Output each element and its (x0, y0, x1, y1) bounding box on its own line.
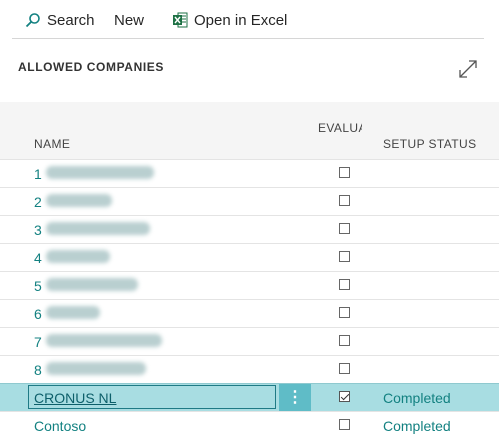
new-label: New (114, 11, 145, 29)
redacted-name (46, 222, 150, 235)
evaluation-checkbox[interactable] (339, 279, 350, 290)
redacted-name (46, 166, 154, 179)
companies-table: NAME EVALUATION COMPANY SETUP STATUS 1 2… (0, 102, 499, 439)
setup-status: Completed (383, 390, 451, 406)
action-bar: Search New Open in Excel (0, 0, 499, 40)
evaluation-checkbox[interactable] (339, 195, 350, 206)
evaluation-checkbox[interactable] (339, 363, 350, 374)
company-name-link[interactable]: 4 (34, 250, 42, 266)
redacted-name (46, 194, 112, 207)
more-options-icon: ⋮ (287, 388, 303, 406)
evaluation-checkbox[interactable] (339, 167, 350, 178)
company-name-link[interactable]: 8 (34, 362, 42, 378)
table-row[interactable]: 7 (0, 327, 499, 355)
table-row[interactable]: 3 (0, 215, 499, 243)
company-name-link[interactable]: 1 (34, 166, 42, 182)
company-name-link[interactable]: Contoso (34, 418, 86, 434)
excel-icon (173, 12, 188, 28)
row-more-options-button[interactable]: ⋮ (279, 384, 311, 411)
table-row[interactable]: 5 (0, 271, 499, 299)
table-row[interactable]: 1 (0, 159, 499, 187)
company-name-link[interactable]: CRONUS NL (34, 390, 116, 406)
evaluation-checkbox[interactable] (339, 251, 350, 262)
evaluation-checkbox[interactable] (339, 223, 350, 234)
toolbar-divider (12, 38, 484, 39)
redacted-name (46, 278, 138, 291)
table-row[interactable]: 4 (0, 243, 499, 271)
company-name-link[interactable]: 7 (34, 334, 42, 350)
table-header: NAME EVALUATION COMPANY SETUP STATUS (0, 102, 499, 159)
table-row[interactable]: 2 (0, 187, 499, 215)
table-row-selected[interactable]: CRONUS NL ⋮ Completed (0, 383, 499, 411)
column-header-evaluation-company[interactable]: EVALUATION COMPANY (318, 120, 362, 137)
table-row[interactable]: 8 (0, 355, 499, 383)
redacted-name (46, 250, 110, 263)
company-name-link[interactable]: 5 (34, 278, 42, 294)
redacted-name (46, 306, 100, 319)
table-row[interactable]: 6 (0, 299, 499, 327)
evaluation-checkbox[interactable] (339, 307, 350, 318)
new-button[interactable]: New (114, 10, 144, 30)
open-in-excel-label: Open in Excel (194, 11, 288, 29)
redacted-name (46, 362, 146, 375)
redacted-name (46, 334, 162, 347)
search-icon (25, 13, 40, 28)
company-name-link[interactable]: 6 (34, 306, 42, 322)
column-header-name[interactable]: NAME (34, 137, 70, 151)
evaluation-checkbox[interactable] (339, 335, 350, 346)
column-header-setup-status[interactable]: SETUP STATUS (383, 137, 476, 151)
evaluation-checkbox[interactable] (339, 391, 350, 402)
setup-status: Completed (383, 418, 451, 434)
evaluation-checkbox[interactable] (339, 419, 350, 430)
search-button[interactable]: Search (25, 10, 95, 30)
company-name-link[interactable]: 2 (34, 194, 42, 210)
expand-icon[interactable] (457, 58, 479, 80)
search-label: Search (47, 11, 95, 29)
table-row[interactable]: Contoso Completed (0, 411, 499, 439)
page-title: ALLOWED COMPANIES (18, 60, 164, 74)
open-in-excel-button[interactable]: Open in Excel (173, 10, 287, 30)
company-name-link[interactable]: 3 (34, 222, 42, 238)
